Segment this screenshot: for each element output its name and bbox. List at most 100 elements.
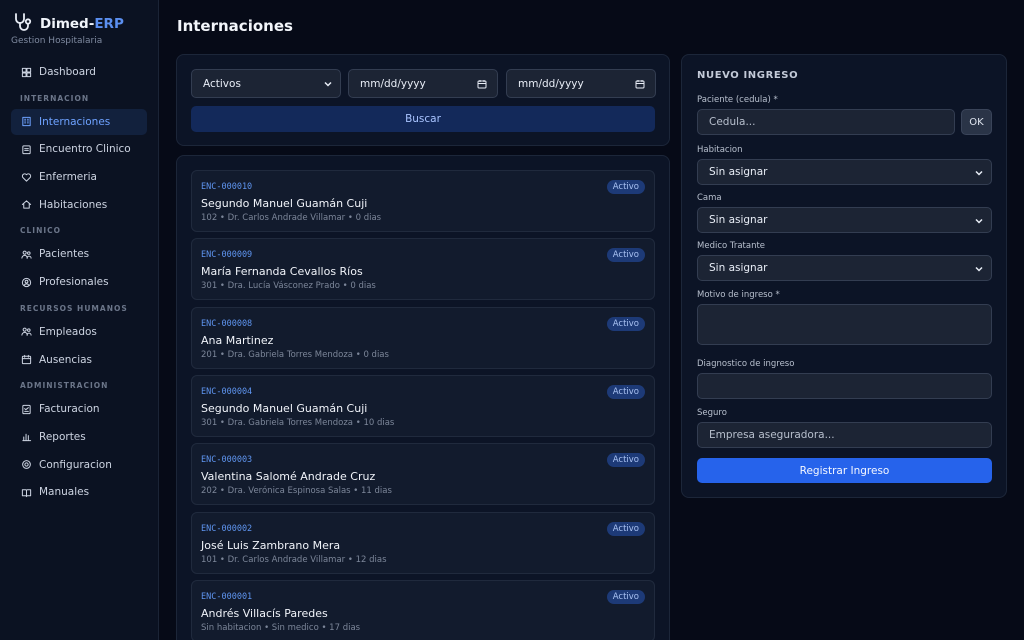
patient-name: José Luis Zambrano Mera <box>201 538 341 552</box>
patient-name: Segundo Manuel Guamán Cuji <box>201 197 368 210</box>
sidebar-section-title: CLINICO <box>20 226 62 236</box>
status-badge: Activo <box>606 589 645 604</box>
sidebar: Dimed-ERP Gestion Hospitalaria Dashboard… <box>0 0 159 640</box>
encounter-code: ENC-000001 <box>201 591 253 602</box>
status-badge: Activo <box>606 453 645 468</box>
sidebar-item-label: Dashboard <box>39 66 96 78</box>
encounter-list-item[interactable]: ENC-000010 Activo Segundo Manuel Guamán Cu… <box>191 170 655 232</box>
encounter-list-item[interactable]: ENC-000008 Activo Ana Martinez 201 • Dra. G… <box>191 306 655 369</box>
room-label: Habitacion <box>697 145 743 155</box>
sidebar-item-label: Profesionales <box>39 276 109 289</box>
sidebar-item-pacientes[interactable]: Pacientes <box>11 241 147 267</box>
sidebar-item-enfermeria[interactable]: Enfermeria <box>11 164 147 190</box>
encounter-code: ENC-000010 <box>201 182 253 192</box>
book-icon <box>21 487 32 498</box>
sidebar-item-label: Pacientes <box>39 248 90 261</box>
encounter-list-item[interactable]: ENC-000002 Activo José Luis Zambrano Mera 1… <box>191 511 655 574</box>
stethoscope-logo-icon <box>12 12 34 35</box>
users-icon <box>21 249 32 260</box>
status-badge: Activo <box>606 180 645 194</box>
sidebar-item-label: Ausencias <box>39 353 93 366</box>
brand[interactable]: Dimed-ERP <box>12 12 124 35</box>
sidebar-section-title: INTERNACION <box>20 93 90 103</box>
patient-name: Ana Martinez <box>201 333 274 347</box>
users-icon <box>21 326 32 337</box>
patient-cedula-input[interactable]: Cedula... <box>697 109 955 135</box>
sidebar-item-profesionales[interactable]: Profesionales <box>11 269 147 295</box>
patient-name: Valentina Salomé Andrade Cruz <box>201 470 376 484</box>
encounter-details: 101 • Dr. Carlos Andrade Villamar • 12 d… <box>201 554 387 565</box>
encounter-details: 102 • Dr. Carlos Andrade Villamar • 0 di… <box>201 213 382 223</box>
page-title: Internaciones <box>177 17 293 35</box>
encounter-code: ENC-000009 <box>201 250 253 261</box>
chevron-down-icon <box>974 216 984 229</box>
diagnosis-label: Diagnostico de ingreso <box>697 359 795 369</box>
new-admission-form: NUEVO INGRESO Paciente (cedula) * Cedula… <box>681 54 1007 498</box>
chevron-down-icon <box>974 264 984 277</box>
sidebar-item-empleados[interactable]: Empleados <box>11 319 147 345</box>
register-admission-button[interactable]: Registrar Ingreso <box>697 458 992 483</box>
insurance-label: Seguro <box>697 408 727 418</box>
sidebar-item-manuales[interactable]: Manuales <box>11 479 147 505</box>
ok-button[interactable]: OK <box>961 109 992 135</box>
brand-subtitle: Gestion Hospitalaria <box>11 36 103 46</box>
encounter-code: ENC-000008 <box>201 318 253 329</box>
sidebar-item-label: Reportes <box>39 430 86 443</box>
user-circle-icon <box>21 277 32 288</box>
insurance-input[interactable]: Empresa aseguradora... <box>697 422 992 448</box>
filter-card: Activos mm/dd/yyyy mm/dd/yyyy Buscar <box>176 54 670 146</box>
diagnosis-input[interactable] <box>697 373 992 399</box>
sidebar-item-dashboard[interactable]: Dashboard <box>11 59 147 85</box>
sidebar-item-label: Configuracion <box>39 458 112 471</box>
encounter-list-item[interactable]: ENC-000004 Activo Segundo Manuel Guamán Cu… <box>191 374 655 437</box>
calendar-icon <box>21 354 32 365</box>
sidebar-item-label: Facturacion <box>39 403 100 416</box>
home-icon <box>21 199 32 210</box>
status-badge: Activo <box>606 248 645 263</box>
room-select[interactable]: Sin asignar <box>697 159 992 185</box>
bed-select[interactable]: Sin asignar <box>697 207 992 233</box>
patient-name: María Fernanda Cevallos Ríos <box>201 265 363 279</box>
encounter-details: 301 • Dra. Gabriela Torres Mendoza • 10 … <box>201 417 395 428</box>
encounter-list: ENC-000010 Activo Segundo Manuel Guamán Cu… <box>176 155 670 640</box>
status-badge: Activo <box>606 384 645 399</box>
sidebar-section-title: RECURSOS HUMANOS <box>20 303 128 313</box>
brand-name: Dimed-ERP <box>40 15 124 32</box>
encounter-details: 201 • Dra. Gabriela Torres Mendoza • 0 d… <box>201 349 389 360</box>
sidebar-item-reportes[interactable]: Reportes <box>11 424 147 450</box>
sidebar-item-habitaciones[interactable]: Habitaciones <box>11 192 147 218</box>
sidebar-item-facturacion[interactable]: Facturacion <box>11 396 147 422</box>
sidebar-item-configuracion[interactable]: Configuracion <box>11 452 147 478</box>
search-button[interactable]: Buscar <box>191 106 655 132</box>
reason-textarea[interactable] <box>697 304 992 345</box>
sidebar-item-label: Internaciones <box>39 115 111 128</box>
encounter-details: 301 • Dra. Lucía Vásconez Prado • 0 dias <box>201 281 376 292</box>
date-from-input[interactable]: mm/dd/yyyy <box>348 69 498 98</box>
building-icon <box>21 116 32 127</box>
date-to-input[interactable]: mm/dd/yyyy <box>506 69 656 98</box>
status-filter-select[interactable]: Activos <box>191 69 341 98</box>
sidebar-item-ausencias[interactable]: Ausencias <box>11 347 147 373</box>
doctor-select[interactable]: Sin asignar <box>697 255 992 281</box>
clipboard-icon <box>21 144 32 155</box>
encounter-code: ENC-000003 <box>201 455 253 466</box>
sidebar-nav: Dashboard INTERNACION Internaciones Encuent… <box>11 59 147 507</box>
doctor-label: Medico Tratante <box>697 241 766 251</box>
chevron-down-icon <box>974 168 984 181</box>
bed-label: Cama <box>697 193 722 203</box>
calendar-icon[interactable] <box>635 79 645 92</box>
sidebar-item-label: Empleados <box>39 325 97 338</box>
sidebar-item-encuentro-clinico[interactable]: Encuentro Clinico <box>11 136 147 162</box>
encounter-list-item[interactable]: ENC-000003 Activo Valentina Salomé Andrade… <box>191 443 655 506</box>
sidebar-item-internaciones[interactable]: Internaciones <box>11 108 147 135</box>
encounter-details: Sin habitacion • Sin medico • 17 dias <box>201 622 361 633</box>
calendar-icon[interactable] <box>477 79 487 92</box>
sidebar-section-title: ADMINISTRACION <box>20 381 109 391</box>
encounter-code: ENC-000004 <box>201 386 253 397</box>
encounter-list-item[interactable]: ENC-000009 Activo María Fernanda Cevallos … <box>191 238 655 301</box>
encounter-list-item[interactable]: ENC-000001 Activo Andrés Villacís Paredes S… <box>191 579 655 640</box>
encounter-details: 202 • Dra. Verónica Espinosa Salas • 11 … <box>201 486 392 497</box>
chevron-down-icon <box>323 79 333 92</box>
sidebar-item-label: Habitaciones <box>39 198 108 211</box>
invoice-icon <box>21 404 32 415</box>
